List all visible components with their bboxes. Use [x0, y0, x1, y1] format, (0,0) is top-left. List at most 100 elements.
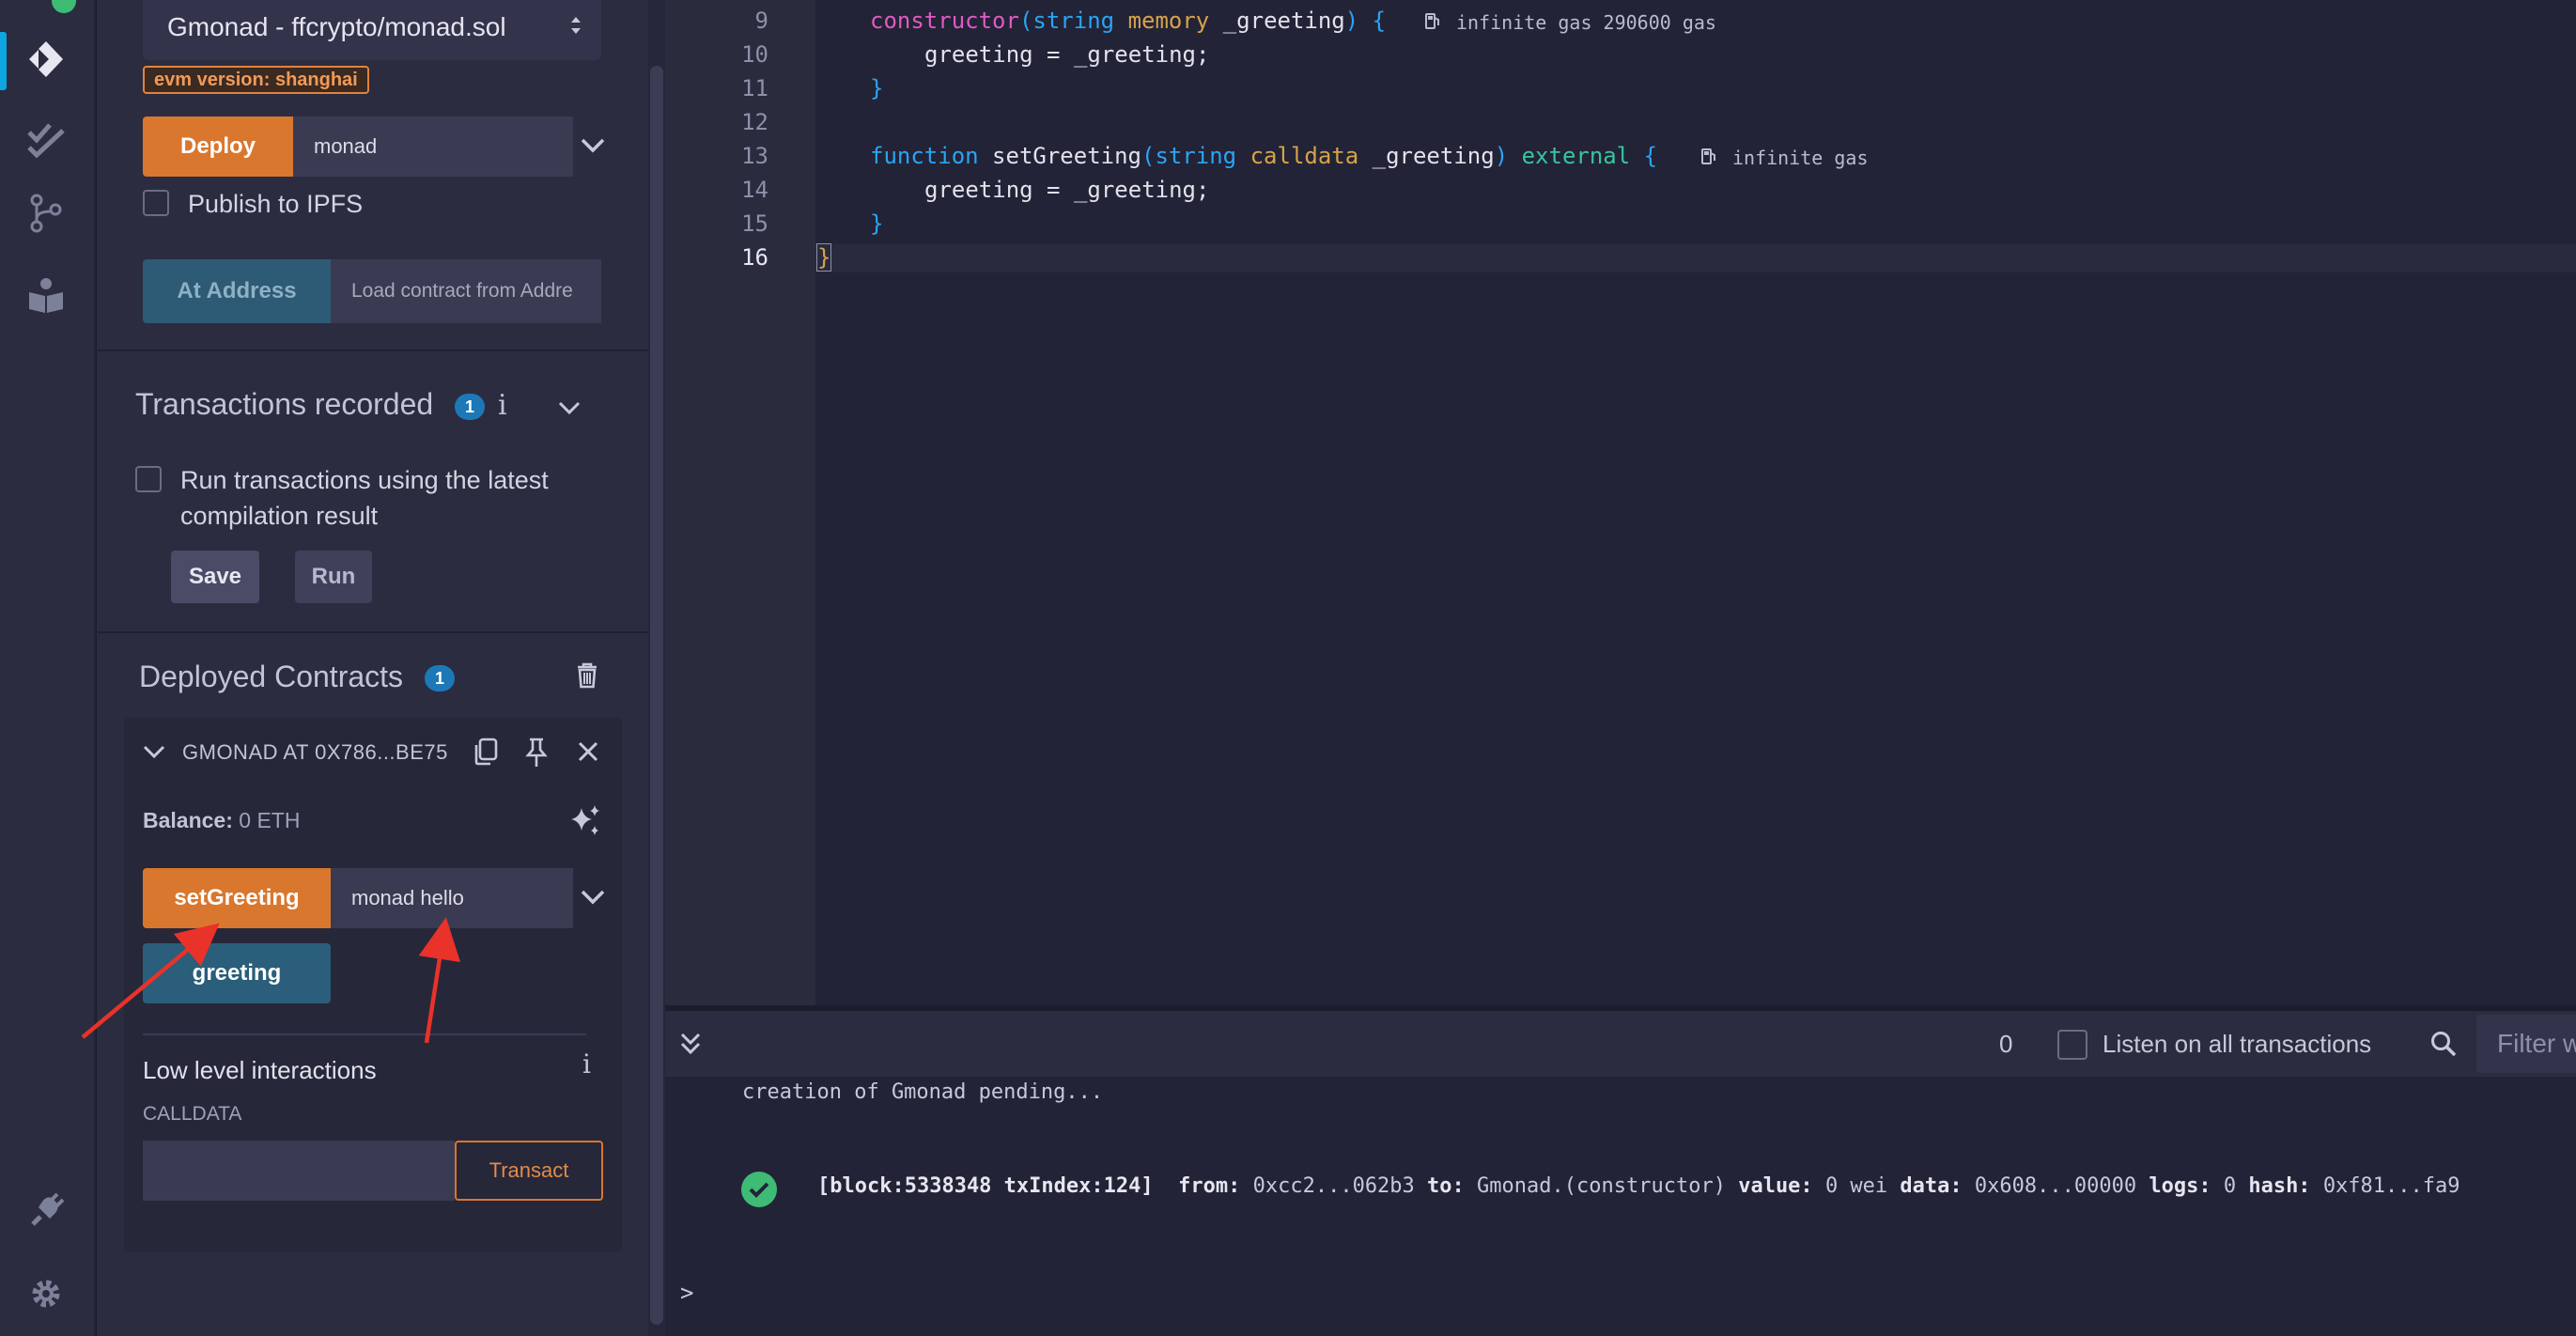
tx-receipt-line[interactable]: [block:5338348 txIndex:124] from: 0xcc2.… — [817, 1174, 2460, 1198]
terminal-clipped-line — [742, 1071, 958, 1077]
calldata-input[interactable] — [143, 1141, 455, 1201]
calldata-label: CALLDATA — [143, 1103, 242, 1125]
copy-address-icon[interactable] — [472, 737, 500, 771]
status-indicator-icon — [52, 0, 76, 13]
tx-to-value: Gmonad.(constructor) — [1477, 1174, 1726, 1198]
gas-estimate-setgreeting: infinite gas — [1732, 147, 1869, 169]
keyword-constructor: constructor — [870, 8, 1019, 34]
code-line-14: greeting = _greeting; — [924, 177, 1210, 203]
keyword-memory: memory — [1127, 8, 1210, 34]
transactions-info-icon[interactable]: i — [498, 389, 507, 422]
paren-open: ( — [1018, 8, 1033, 34]
brace-open: { — [1643, 143, 1658, 169]
low-level-interactions-title: Low level interactions — [143, 1056, 377, 1084]
run-scenario-button[interactable]: Run — [295, 551, 372, 603]
balance-row: Balance: 0 ETH — [143, 808, 300, 833]
terminal-filter-input[interactable]: Filter w — [2476, 1015, 2576, 1073]
learneth-plugin-icon[interactable] — [21, 271, 71, 321]
transact-button[interactable]: Transact — [455, 1141, 603, 1201]
pending-tx-count: 0 — [1999, 1030, 2013, 1058]
terminal-collapse-icon[interactable] — [678, 1030, 703, 1063]
pin-contract-icon[interactable] — [522, 737, 551, 773]
paren-close: ) — [1344, 8, 1359, 34]
save-scenario-button[interactable]: Save — [171, 551, 259, 603]
tx-value-value: 0 wei — [1824, 1174, 1888, 1198]
plugin-manager-icon[interactable] — [21, 1186, 71, 1236]
param-name: _greeting — [1209, 8, 1345, 34]
tx-logs-value: 0 — [2223, 1174, 2237, 1198]
type-string: string — [1032, 8, 1115, 34]
gas-pump-icon — [1424, 11, 1441, 35]
transactions-collapse-chevron-icon[interactable] — [556, 395, 582, 426]
at-address-input[interactable]: Load contract from Addre — [331, 259, 601, 323]
settings-gear-icon[interactable] — [21, 1268, 71, 1319]
ai-sparkles-icon[interactable] — [567, 802, 603, 843]
terminal-prompt[interactable]: > — [680, 1280, 693, 1306]
tx-to-label: to: — [1427, 1174, 1465, 1198]
tx-success-check-icon — [740, 1171, 778, 1213]
line-number: 15 — [741, 210, 768, 237]
remove-instance-close-icon[interactable] — [575, 738, 601, 769]
deployed-count-badge: 1 — [425, 665, 455, 691]
publish-ipfs-checkbox[interactable] — [143, 190, 169, 216]
deploy-constructor-input[interactable]: monad — [293, 117, 573, 177]
side-panel-scrollbar[interactable] — [650, 66, 663, 1325]
solidity-test-plugin-icon[interactable] — [21, 115, 71, 165]
deploy-button[interactable]: Deploy — [143, 117, 293, 177]
at-address-button[interactable]: At Address — [143, 259, 331, 323]
line-number: 13 — [741, 143, 768, 169]
run-latest-checkbox[interactable] — [135, 466, 162, 492]
code-editor[interactable]: constructor(string memory _greeting) { i… — [815, 0, 2576, 1005]
terminal-toolbar: 0 Listen on all transactions Filter w — [665, 1011, 2576, 1077]
keyword-calldata: calldata — [1249, 143, 1359, 169]
set-greeting-input[interactable]: monad hello — [331, 868, 573, 928]
publish-ipfs-label: Publish to IPFS — [188, 190, 364, 218]
code-line-9: constructor(string memory _greeting) { — [870, 8, 1386, 34]
tx-block: [block:5338348 txIndex:124] — [817, 1174, 1154, 1198]
keyword-function: function — [870, 143, 979, 169]
param-name: _greeting — [1358, 143, 1495, 169]
tx-hash-value: 0xf81...fa9 — [2322, 1174, 2460, 1198]
deploy-run-plugin-icon[interactable] — [21, 34, 71, 85]
tx-data-label: data: — [1900, 1174, 1963, 1198]
set-greeting-expand-chevron-icon[interactable] — [579, 883, 607, 916]
terminal-pending-line: creation of Gmonad pending... — [742, 1080, 1104, 1104]
function-name: setGreeting — [978, 143, 1141, 169]
evm-version-badge: evm version: shanghai — [143, 66, 369, 94]
tx-from-label: from: — [1178, 1174, 1241, 1198]
low-level-info-icon[interactable]: i — [582, 1049, 591, 1080]
git-plugin-icon[interactable] — [21, 188, 71, 239]
section-divider — [98, 631, 648, 633]
editor-gutter: 9 10 11 12 13 14 15 16 — [665, 0, 815, 1005]
line-number: 12 — [741, 109, 768, 135]
contract-select-value: Gmonad - ffcrypto/monad.sol — [167, 12, 506, 41]
code-line-16: } — [815, 243, 832, 272]
listen-all-checkbox[interactable] — [2057, 1030, 2087, 1060]
terminal-search-icon[interactable] — [2429, 1030, 2458, 1063]
balance-label: Balance: — [143, 808, 233, 832]
tx-data-value: 0x608...00000 — [1974, 1174, 2137, 1198]
deployed-contracts-title: Deployed Contracts — [139, 660, 404, 693]
instance-title: GMONAD AT 0X786...BE75 — [182, 740, 448, 764]
deploy-expand-chevron-icon[interactable] — [579, 132, 607, 164]
contract-select[interactable]: Gmonad - ffcrypto/monad.sol — [143, 0, 601, 60]
line-number: 14 — [741, 177, 768, 203]
set-greeting-button[interactable]: setGreeting — [143, 868, 331, 928]
code-line-13: function setGreeting(string calldata _gr… — [870, 143, 1657, 169]
greeting-call-button[interactable]: greeting — [143, 943, 331, 1003]
transactions-recorded-title: Transactions recorded — [135, 387, 434, 421]
paren-close: ) — [1494, 143, 1509, 169]
active-plugin-indicator — [0, 32, 7, 90]
gas-pump-icon — [1700, 147, 1717, 170]
current-line-highlight — [815, 244, 2576, 272]
code-line-10: greeting = _greeting; — [924, 41, 1210, 68]
brace-open: { — [1372, 8, 1387, 34]
evm-version-label: evm version: shanghai — [143, 66, 369, 94]
icon-panel — [0, 0, 94, 1336]
line-number: 11 — [741, 75, 768, 101]
instance-expand-chevron-icon[interactable] — [141, 738, 167, 769]
section-divider — [98, 350, 648, 351]
type-string: string — [1155, 143, 1237, 169]
clear-deployed-trash-icon[interactable] — [575, 661, 599, 694]
listen-all-label: Listen on all transactions — [2103, 1030, 2372, 1058]
